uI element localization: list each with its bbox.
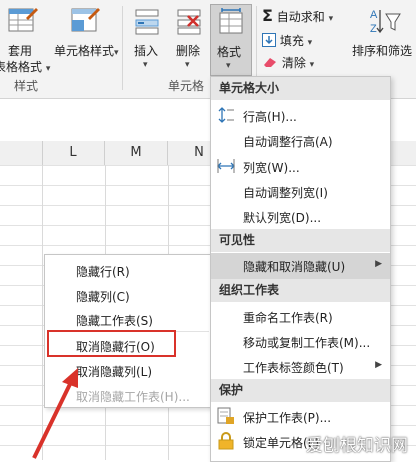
column-width-item[interactable]: 列宽(W)...: [243, 159, 300, 176]
format-button[interactable]: 格式 ▾: [210, 4, 252, 76]
autosum-chevron-icon: ▾: [328, 14, 334, 24]
svg-text:A: A: [370, 9, 378, 21]
clear-label: 清除: [281, 56, 306, 70]
row-height-icon: [218, 107, 234, 123]
cell-styles-button[interactable]: 单元格样式▾: [50, 0, 119, 74]
fill-chevron-icon: ▾: [307, 38, 313, 48]
fill-down-icon: [262, 33, 276, 47]
cells-group-label: 单元格: [168, 79, 205, 93]
clear-chevron-icon: ▾: [309, 60, 315, 70]
format-as-table-button[interactable]: 套用 表格格式 ▾: [0, 0, 50, 74]
lock-icon: [218, 432, 234, 450]
protect-sheet-icon: [217, 407, 234, 424]
autofit-column-width-item[interactable]: 自动调整列宽(I): [243, 184, 328, 201]
unhide-rows-highlight-box: [47, 330, 176, 357]
insert-chevron-icon: ▾: [143, 60, 148, 70]
rename-sheet-item[interactable]: 重命名工作表(R): [243, 309, 333, 326]
autosum-button[interactable]: Σ 自动求和 ▾: [262, 6, 333, 25]
sort-filter-button[interactable]: A Z 排序和筛选: [350, 0, 416, 74]
submenu-arrow-icon: ▶: [375, 360, 382, 370]
section-organize-sheets: 组织工作表: [211, 279, 390, 302]
column-width-icon: [217, 159, 235, 173]
styles-group-label: 样式: [14, 79, 39, 93]
tab-color-item[interactable]: 工作表标签颜色(T): [243, 359, 344, 376]
column-header-m[interactable]: M: [105, 141, 168, 165]
submenu-arrow-icon: ▶: [375, 259, 382, 269]
move-copy-sheet-item[interactable]: 移动或复制工作表(M)...: [243, 334, 370, 351]
delete-cells-label: 删除: [176, 44, 201, 58]
insert-cells-icon: [135, 9, 159, 35]
row-height-item[interactable]: 行高(H)...: [243, 108, 297, 125]
delete-cells-button[interactable]: 删除 ▾: [168, 0, 210, 74]
format-as-table-label-2: 表格格式 ▾: [0, 60, 51, 74]
svg-text:Z: Z: [370, 23, 377, 35]
hide-sheet-item[interactable]: 隐藏工作表(S): [76, 312, 153, 329]
hide-unhide-item[interactable]: 隐藏和取消隐藏(U): [243, 258, 345, 275]
column-header-l[interactable]: L: [42, 141, 105, 165]
fill-button[interactable]: 填充 ▾: [262, 32, 312, 49]
format-dropdown-menu: 单元格大小 行高(H)... 自动调整行高(A) 列宽(W)... 自动调整列宽…: [210, 76, 391, 462]
cell-styles-icon: [71, 8, 100, 32]
format-as-table-label-1: 套用: [8, 44, 33, 58]
sigma-icon: Σ: [262, 6, 273, 25]
watermark-text: 爱刨根知识网: [306, 436, 408, 456]
autosum-label: 自动求和: [276, 10, 325, 24]
section-cell-size: 单元格大小: [211, 77, 390, 100]
hide-rows-item[interactable]: 隐藏行(R): [76, 263, 130, 280]
table-format-icon: [8, 8, 38, 32]
default-width-item[interactable]: 默认列宽(D)...: [243, 209, 321, 226]
section-visibility: 可见性: [211, 229, 390, 252]
autofit-row-height-item[interactable]: 自动调整行高(A): [243, 133, 333, 150]
section-protect: 保护: [211, 379, 390, 402]
format-label: 格式: [217, 45, 242, 59]
cell-styles-label: 单元格样式▾: [54, 44, 119, 58]
red-arrow-annotation: [32, 368, 78, 459]
insert-cells-label: 插入: [134, 44, 159, 58]
format-cells-icon: [219, 8, 243, 34]
format-chevron-icon: ▾: [226, 61, 231, 71]
eraser-icon: [264, 58, 276, 67]
protect-sheet-item[interactable]: 保护工作表(P)...: [243, 409, 331, 426]
insert-cells-button[interactable]: 插入 ▾: [126, 0, 168, 74]
column-header-blank: [0, 141, 43, 165]
unhide-sheet-item: 取消隐藏工作表(H)...: [76, 390, 190, 404]
fill-label: 填充: [279, 34, 304, 48]
hide-columns-item[interactable]: 隐藏列(C): [76, 288, 130, 305]
ribbon-separator: [122, 6, 123, 90]
sort-filter-icon: A Z: [370, 9, 401, 35]
clear-button[interactable]: 清除 ▾: [262, 54, 314, 71]
delete-chevron-icon: ▾: [185, 60, 190, 70]
sort-filter-label: 排序和筛选: [352, 44, 413, 58]
delete-cells-icon: [177, 9, 201, 35]
